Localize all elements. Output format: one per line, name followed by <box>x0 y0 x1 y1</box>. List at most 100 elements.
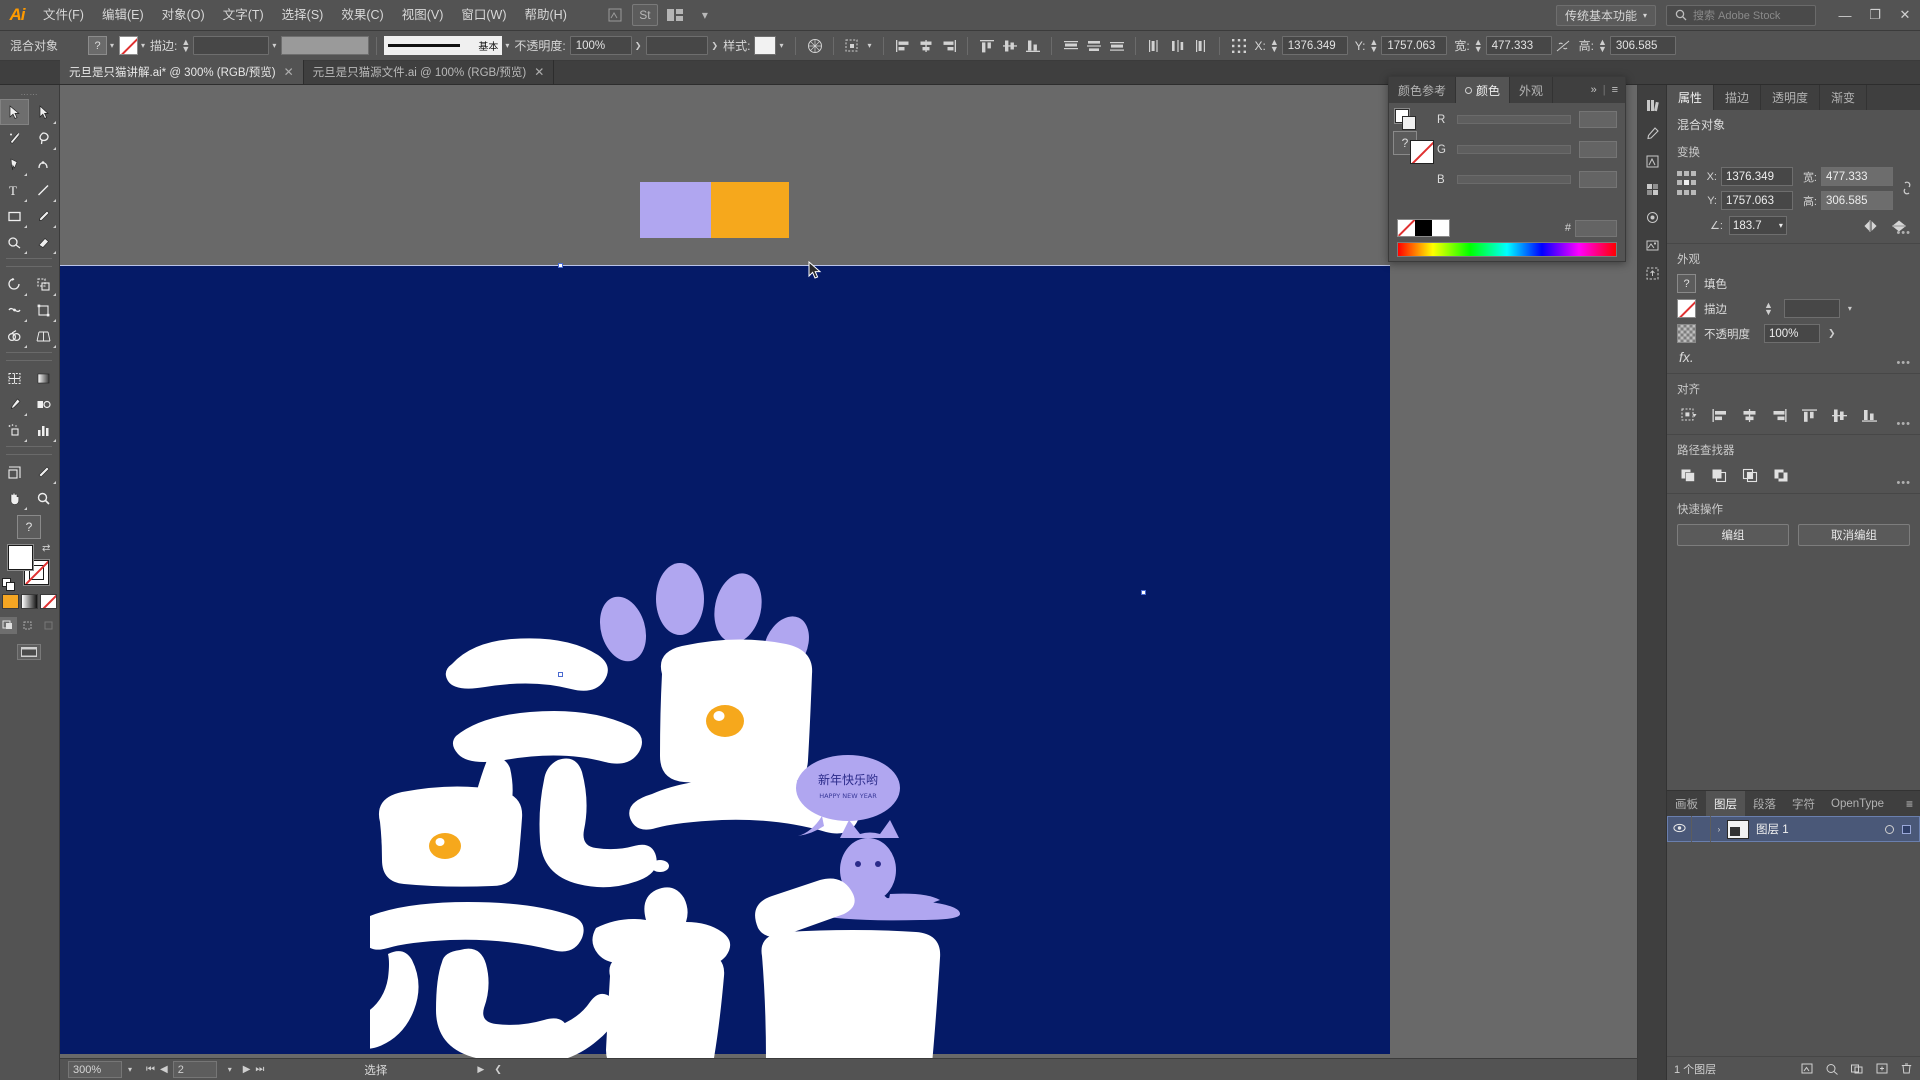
zoom-tool[interactable] <box>29 485 58 511</box>
perspective-grid-tool[interactable] <box>29 323 58 349</box>
y-stepper[interactable]: ▲ ▼ <box>1369 37 1378 53</box>
close-icon[interactable]: ✕ <box>284 65 294 79</box>
opacity-extra-chevron-icon[interactable]: ❯ <box>711 41 718 50</box>
workspace-switcher[interactable]: 传统基本功能 ▾ <box>1555 4 1656 26</box>
tab-appearance[interactable]: 外观 <box>1510 77 1554 103</box>
intersect-icon[interactable] <box>1739 465 1761 485</box>
tab-character[interactable]: 字符 <box>1784 791 1823 816</box>
swap-fill-stroke-icon[interactable]: ⇄ <box>42 543 54 555</box>
constrain-proportions-icon[interactable] <box>1552 35 1575 57</box>
arrange-chevron-icon[interactable]: ▾ <box>692 4 718 26</box>
restore-button[interactable]: ❐ <box>1860 0 1890 31</box>
opacity-extra-field[interactable] <box>646 36 709 55</box>
type-tool[interactable]: T <box>0 177 29 203</box>
transform-y-input[interactable]: 1757.063 <box>1721 191 1793 210</box>
align-bottom-icon[interactable] <box>1857 404 1881 426</box>
selection-anchor-mid[interactable] <box>558 672 563 677</box>
appearance-fill-swatch[interactable]: ? <box>1677 274 1696 293</box>
swatch-purple[interactable] <box>640 182 711 238</box>
line-segment-tool[interactable] <box>29 177 58 203</box>
menu-file[interactable]: 文件(F) <box>34 0 93 31</box>
drawing-mode-inside-icon[interactable] <box>41 617 58 634</box>
h-input[interactable]: 306.585 <box>1609 36 1676 55</box>
layer-target-circle-icon[interactable] <box>1885 824 1894 834</box>
rotate-tool[interactable] <box>0 271 29 297</box>
close-button[interactable]: ✕ <box>1890 0 1920 31</box>
distribute-left-icon[interactable] <box>1143 35 1166 57</box>
stock-icon[interactable]: St <box>631 4 658 26</box>
hand-tool[interactable] <box>0 485 29 511</box>
tab-opentype[interactable]: OpenType <box>1823 791 1892 816</box>
align-to-selection-icon[interactable] <box>1677 404 1701 426</box>
appearance-stroke-input[interactable] <box>1783 299 1840 318</box>
effects-button[interactable]: fx. <box>1677 349 1910 365</box>
selection-anchor-top[interactable] <box>558 263 563 268</box>
layer-lock-toggle[interactable] <box>1691 816 1711 842</box>
transform-angle-input[interactable]: 183.7 ▾ <box>1728 216 1787 235</box>
align-center-h-icon[interactable] <box>914 35 937 57</box>
stroke-chevron-icon[interactable]: ▾ <box>141 41 145 50</box>
lasso-tool[interactable] <box>29 125 58 151</box>
brush-chevron-icon[interactable]: ▾ <box>505 41 509 50</box>
asset-export-icon[interactable] <box>1638 259 1667 287</box>
tab-stroke[interactable]: 描边 <box>1714 85 1762 110</box>
transform-more-options[interactable]: ••• <box>1896 227 1911 239</box>
ungroup-button[interactable]: 取消编组 <box>1798 524 1910 546</box>
magic-wand-tool[interactable] <box>0 125 29 151</box>
selection-tool[interactable] <box>0 99 29 125</box>
transform-reference-icon[interactable] <box>1227 35 1250 57</box>
eyedropper-tool[interactable] <box>0 391 29 417</box>
align-middle-icon[interactable] <box>998 35 1021 57</box>
appearance-more-options[interactable]: ••• <box>1896 357 1911 369</box>
tab-color[interactable]: 颜色 <box>1456 77 1511 103</box>
style-chevron-icon[interactable]: ▾ <box>779 41 783 50</box>
pathfinder-more-options[interactable]: ••• <box>1896 477 1911 489</box>
layer-row-1[interactable]: › 图层 1 <box>1667 816 1920 842</box>
link-broken-icon[interactable] <box>1900 179 1914 200</box>
swatch-orange[interactable] <box>711 182 789 238</box>
arrange-documents-icon[interactable] <box>662 4 688 26</box>
menu-window[interactable]: 窗口(W) <box>452 0 515 31</box>
tab-transparency[interactable]: 透明度 <box>1761 85 1821 110</box>
y-input[interactable]: 1757.063 <box>1381 36 1448 55</box>
tab-layers[interactable]: 图层 <box>1706 791 1745 816</box>
channel-r-input[interactable] <box>1579 111 1617 128</box>
zoom-chevron-icon[interactable]: ▾ <box>122 1065 138 1074</box>
gradient-mode-icon[interactable] <box>20 594 38 609</box>
fill-indicator[interactable] <box>8 545 33 570</box>
graphic-styles-icon[interactable] <box>1638 203 1667 231</box>
minimize-button[interactable]: — <box>1830 0 1860 31</box>
none-mode-icon[interactable] <box>39 594 57 609</box>
unite-icon[interactable] <box>1677 465 1699 485</box>
x-input[interactable]: 1376.349 <box>1281 36 1348 55</box>
channel-r-slider[interactable] <box>1457 115 1571 124</box>
align-right-icon[interactable] <box>1767 404 1791 426</box>
x-stepper[interactable]: ▲ ▼ <box>1270 37 1279 53</box>
graphic-style-swatch[interactable] <box>754 36 777 55</box>
new-sublayer-icon[interactable] <box>1850 1062 1864 1075</box>
menu-select[interactable]: 选择(S) <box>273 0 333 31</box>
artboard-tool[interactable] <box>0 459 29 485</box>
swatch-white[interactable] <box>1432 220 1449 236</box>
delete-layer-icon[interactable] <box>1900 1062 1913 1075</box>
locate-object-icon[interactable] <box>1800 1062 1814 1075</box>
next-artboard-icon[interactable]: ▶ <box>243 1064 251 1075</box>
document-tab-2[interactable]: 元旦是只猫源文件.ai @ 100% (RGB/预览) ✕ <box>304 60 555 84</box>
color-spectrum-ramp[interactable] <box>1397 242 1617 257</box>
layer-name[interactable]: 图层 1 <box>1756 821 1885 837</box>
last-artboard-icon[interactable]: ⏭ <box>255 1064 264 1075</box>
distribute-center-h-icon[interactable] <box>1166 35 1189 57</box>
width-tool[interactable] <box>0 297 29 323</box>
menu-effect[interactable]: 效果(C) <box>332 0 392 31</box>
transform-w-input[interactable]: 477.333 <box>1821 167 1893 186</box>
tab-gradient[interactable]: 渐变 <box>1820 85 1868 110</box>
drawing-mode-behind-icon[interactable] <box>20 617 37 634</box>
stroke-weight-input[interactable] <box>193 36 270 55</box>
tab-artboards[interactable]: 画板 <box>1667 791 1706 816</box>
fill-chevron-icon[interactable]: ▾ <box>110 41 114 50</box>
close-icon[interactable]: ✕ <box>534 65 544 79</box>
channel-b-slider[interactable] <box>1457 175 1571 184</box>
change-screen-mode-icon[interactable] <box>17 644 41 660</box>
links-icon[interactable] <box>1638 231 1667 259</box>
menu-view[interactable]: 视图(V) <box>393 0 453 31</box>
